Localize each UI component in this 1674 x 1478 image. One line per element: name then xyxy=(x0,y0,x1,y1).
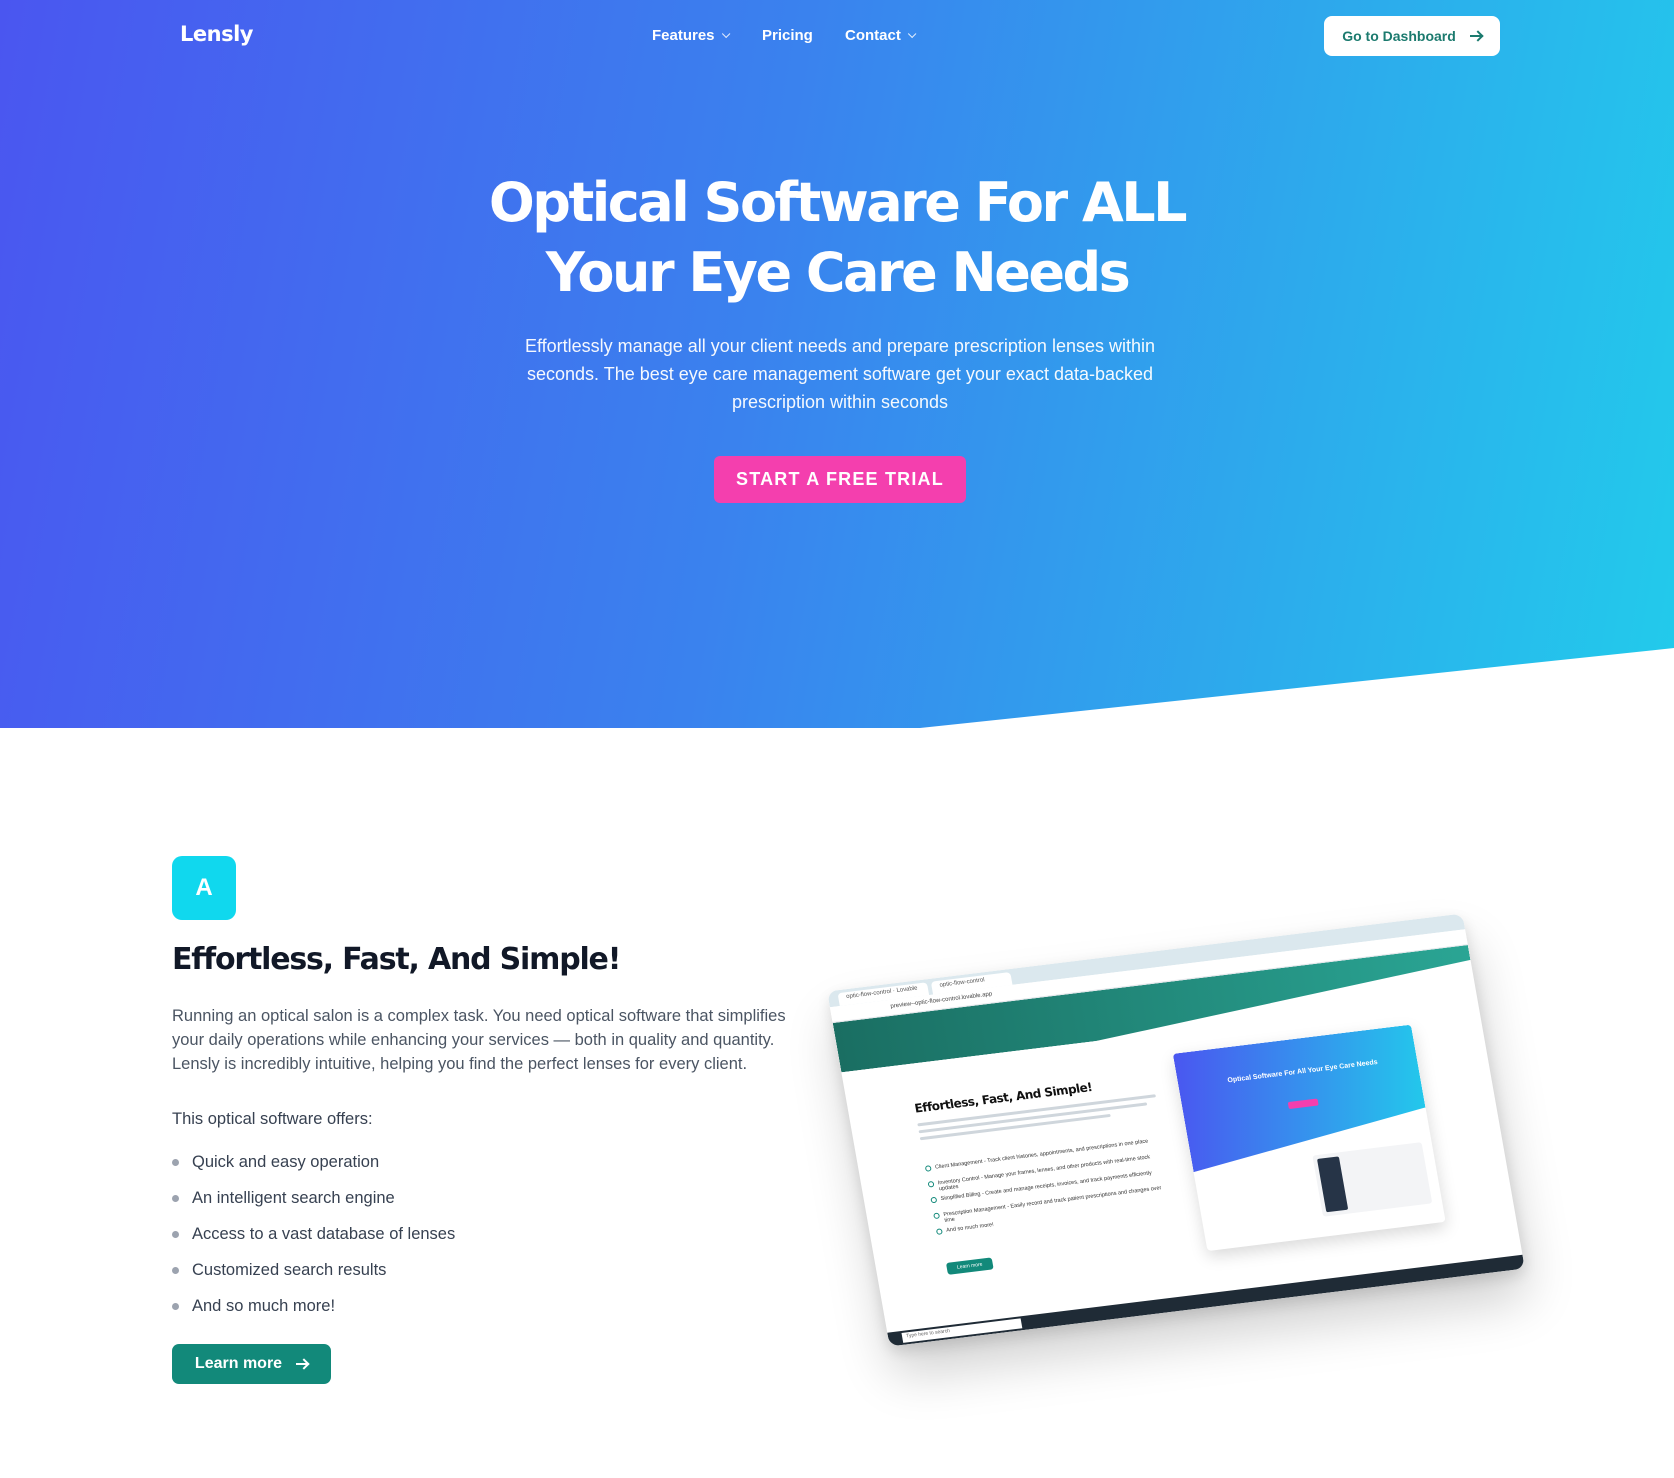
list-item: Access to a vast database of lenses xyxy=(172,1216,455,1252)
top-nav: Lensly Features Pricing Contact Go to Da… xyxy=(0,0,1674,72)
list-item: An intelligent search engine xyxy=(172,1180,455,1216)
feature-badge: A xyxy=(172,856,236,920)
landing-page: { "nav": { "logo": "Lensly", "links": [ … xyxy=(0,0,1674,1478)
list-item: And so much more! xyxy=(172,1288,455,1324)
taskbar-search: Type here to search xyxy=(901,1318,1023,1343)
learn-more-button[interactable]: Learn more xyxy=(172,1344,331,1384)
bullet-text: Access to a vast database of lenses xyxy=(192,1224,456,1243)
learn-more-label: Learn more xyxy=(194,1355,283,1372)
hero-subtitle: Effortlessly manage all your client need… xyxy=(524,336,1155,412)
check-icon xyxy=(933,1212,941,1220)
bullet-text: And so much more! xyxy=(192,1296,336,1315)
check-icon xyxy=(927,1180,935,1188)
feature-bullet-list: Quick and easy operation An intelligent … xyxy=(172,1144,455,1324)
bullet-text: An intelligent search engine xyxy=(192,1188,395,1207)
start-free-trial-button[interactable]: START A FREE TRIAL xyxy=(714,456,966,503)
check-icon xyxy=(930,1196,938,1204)
logo[interactable]: Lensly xyxy=(180,22,253,46)
bullet-text: Quick and easy operation xyxy=(192,1152,380,1171)
nav-pricing-label: Pricing xyxy=(762,27,813,44)
nav-contact-label: Contact xyxy=(845,27,901,44)
feature-paragraph: Running an optical salon is a complex ta… xyxy=(172,1007,786,1073)
hero-title: Optical Software For ALL Your Eye Care N… xyxy=(488,171,1188,304)
list-item: Quick and easy operation xyxy=(172,1144,455,1180)
list-item: Customized search results xyxy=(172,1252,455,1288)
offers-intro: This optical software offers: xyxy=(172,1110,373,1128)
bullet-icon xyxy=(172,1194,179,1202)
arrow-right-icon xyxy=(1469,31,1482,41)
bullet-icon xyxy=(172,1158,179,1166)
chevron-down-icon xyxy=(721,29,730,38)
bullet-icon xyxy=(172,1302,179,1310)
nav-features-label: Features xyxy=(652,27,715,44)
app-screenshot-image: optic-flow-control · Lovable optic-flow-… xyxy=(827,890,1526,1350)
bullet-icon xyxy=(172,1266,179,1274)
bullet-text: Customized search results xyxy=(192,1260,387,1279)
feature-title: Effortless, Fast, And Simple! xyxy=(172,942,621,977)
screenshot-frame: optic-flow-control · Lovable optic-flow-… xyxy=(827,913,1525,1347)
dashboard-button-label: Go to Dashboard xyxy=(1342,28,1456,44)
hero-section: Lensly Features Pricing Contact Go to Da… xyxy=(0,0,1674,728)
bullet-icon xyxy=(172,1230,179,1238)
check-icon xyxy=(935,1228,943,1235)
screenshot-feature-list: Client Management - Track client histori… xyxy=(924,1137,1177,1245)
nav-features[interactable]: Features xyxy=(652,27,762,44)
screenshot-inner-preview: Optical Software For All Your Eye Care N… xyxy=(1172,1024,1446,1252)
go-to-dashboard-button[interactable]: Go to Dashboard xyxy=(1324,16,1500,56)
screenshot-learn-more-button: Learn more xyxy=(945,1257,994,1275)
chevron-down-icon xyxy=(907,29,917,38)
check-icon xyxy=(924,1165,932,1172)
nav-pricing[interactable]: Pricing xyxy=(762,27,852,44)
nav-contact[interactable]: Contact xyxy=(845,27,965,44)
arrow-right-icon xyxy=(296,1359,308,1369)
